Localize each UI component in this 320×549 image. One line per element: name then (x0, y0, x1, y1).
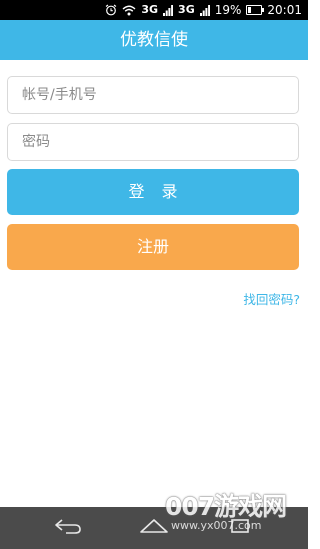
status-icons: 3G 3G 19% 20:01 (105, 0, 302, 20)
home-button[interactable] (134, 514, 174, 542)
recent-apps-icon (229, 517, 251, 539)
signal-icon (163, 4, 174, 16)
home-icon (138, 517, 170, 539)
app-header: 优教信使 (0, 20, 308, 60)
register-button[interactable]: 注册 (7, 224, 299, 270)
status-time: 20:01 (267, 3, 302, 17)
navigation-bar (0, 507, 308, 549)
page-title: 优教信使 (120, 30, 188, 50)
account-input[interactable] (7, 76, 299, 114)
back-button[interactable] (48, 514, 88, 542)
alarm-icon (105, 4, 117, 16)
status-bar: 3G 3G 19% 20:01 (0, 0, 308, 20)
network-type-2: 3G (178, 3, 195, 16)
battery-percent: 19% (214, 3, 242, 17)
recent-apps-button[interactable] (220, 514, 260, 542)
network-type: 3G (141, 3, 159, 16)
battery-icon (246, 5, 265, 15)
back-icon (53, 517, 83, 539)
forgot-password-link[interactable]: 找回密码? (243, 289, 300, 308)
signal-icon (199, 4, 210, 16)
wifi-icon (122, 5, 136, 16)
password-input[interactable] (7, 123, 299, 161)
login-button[interactable]: 登 录 (7, 169, 299, 215)
